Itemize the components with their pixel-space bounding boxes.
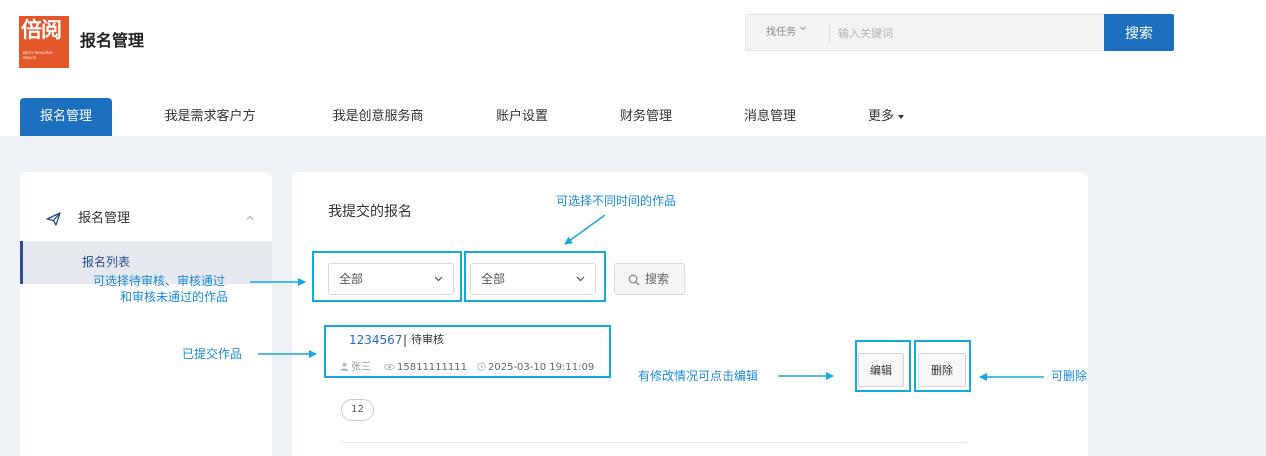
main-panel: 我提交的报名 全部 全部 搜索 1234567 | 待审核 张三 1581111… [292,172,1088,456]
search-divider [829,24,830,42]
nav-item-signup-management[interactable]: 报名管理 [20,98,112,136]
sidebar: 报名管理 报名列表 [20,172,272,456]
paper-plane-icon [46,212,61,226]
annotation-text-submitted: 已提交作品 [182,347,243,361]
annotation-text-edit: 有修改情况可点击编辑 [638,369,759,383]
search-scope-label: 找任务 [766,27,796,38]
logo-glyph: 倍阅 [21,18,62,42]
sidebar-section-title: 报名管理 [78,211,131,226]
pagination-current-page[interactable]: 12 [341,399,374,421]
filter-search-label: 搜索 [645,272,670,286]
nav-item-provider[interactable]: 我是创意服务商 [318,98,438,136]
annotation-box-time-filter [464,251,606,302]
search-button[interactable]: 搜索 [1104,14,1174,51]
chevron-up-icon [246,215,254,220]
nav-item-client[interactable]: 我是需求客户方 [150,98,270,136]
annotation-text-status-filter: 可选择待审核、审核通过 [93,274,226,288]
nav-item-account-settings[interactable]: 账户设置 [482,98,562,136]
annotation-text-status-filter-line2: 和审核未通过的作品 [120,290,229,304]
annotation-text-time-filter: 可选择不同时间的作品 [556,194,677,208]
annotation-text-delete: 可删除 [1051,369,1088,383]
logo-subtitle: BEST READING SPACE [23,50,53,60]
search-icon [628,274,640,286]
chevron-down-icon [800,26,807,31]
nav-item-more[interactable]: 更多 [856,98,916,136]
search-input[interactable] [838,21,1093,45]
annotation-box-edit [855,340,911,392]
nav-more-label: 更多 [867,109,894,124]
main-nav: 报名管理 我是需求客户方 我是创意服务商 账户设置 财务管理 消息管理 更多 [0,98,1266,136]
site-logo[interactable]: 倍阅 BEST READING SPACE [19,16,69,68]
annotation-box-submission [324,325,611,378]
nav-item-finance[interactable]: 财务管理 [606,98,686,136]
site-title: 报名管理 [80,31,145,50]
annotation-box-delete [914,340,971,392]
sidebar-item-label: 报名列表 [82,255,131,269]
nav-item-messages[interactable]: 消息管理 [730,98,810,136]
search-scope-dropdown[interactable]: 找任务 [766,25,807,41]
filter-search-button[interactable]: 搜索 [614,263,685,295]
annotation-box-status-filter [312,251,462,302]
page-header: 倍阅 BEST READING SPACE 报名管理 找任务 搜索 报名管理 我… [0,0,1266,136]
caret-down-icon [898,114,904,119]
search-box: 找任务 [745,14,1105,51]
sidebar-section-header[interactable]: 报名管理 [20,202,272,236]
page-title: 我提交的报名 [328,204,412,220]
list-divider [341,442,967,443]
